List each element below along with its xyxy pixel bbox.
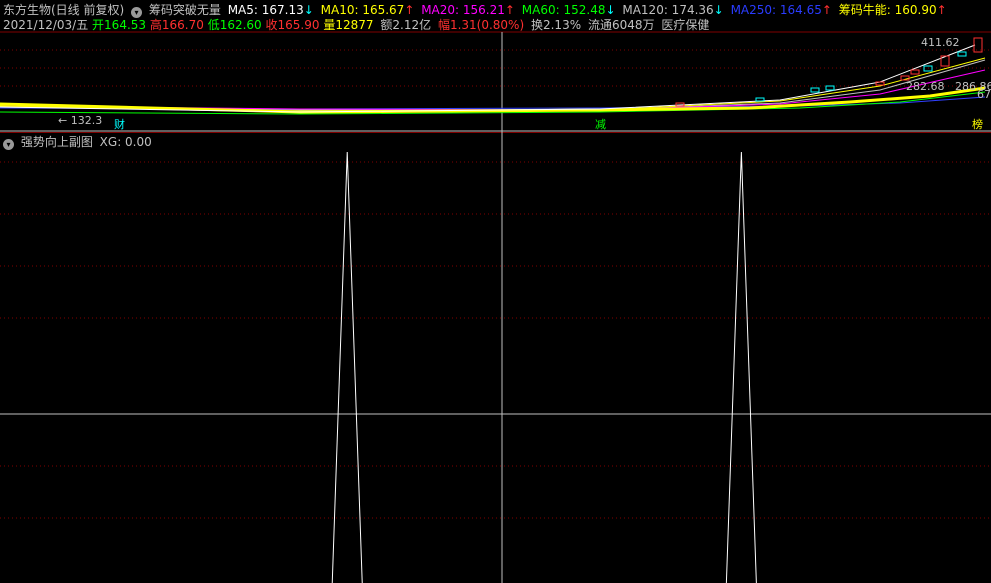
candle (810, 87, 820, 93)
chart-canvas (0, 31, 991, 583)
candle (957, 51, 967, 57)
chip-energy-label: 筹码牛能: 160.90 (838, 3, 937, 17)
sub-indicator-menu-icon[interactable]: ▾ (3, 139, 14, 150)
quote-sector: 医疗保健 (661, 18, 710, 32)
chip-energy-arrow-icon: ↑ (936, 3, 947, 17)
ma20-label: MA20: 156.21 (421, 3, 505, 17)
ma10-arrow-icon: ↑ (404, 3, 415, 17)
xg-value: XG: 0.00 (99, 135, 152, 149)
sub-chart-header: ▾ 强势向上副图 XG: 0.00 (3, 134, 155, 150)
quote-change: 幅1.31(0.80%) (437, 18, 525, 32)
quote-open: 开164.53 (92, 18, 147, 32)
stock-title[interactable]: 东方生物(日线 前复权) (3, 3, 124, 17)
price-high-label: 411.62 (921, 36, 960, 49)
candle (755, 97, 765, 102)
quote-close: 收165.90 (265, 18, 320, 32)
ma5-arrow-icon: ↓ (303, 3, 314, 17)
indicator-name[interactable]: 筹码突破无量 (149, 3, 221, 17)
quote-low: 低162.60 (207, 18, 262, 32)
quote-date: 2021/12/03/五 (3, 18, 89, 32)
quote-amount: 额2.12亿 (380, 18, 432, 32)
header-row: 东方生物(日线 前复权) ▾ 筹码突破无量 MA5: 167.13↓ MA10:… (3, 2, 950, 18)
ma-label-left: 282.68 (906, 80, 945, 93)
ma10-label: MA10: 165.67 (320, 3, 405, 17)
ma120-label: MA120: 174.36 (622, 3, 714, 17)
ma-label-edge: 67 (977, 88, 991, 101)
signal-spike (725, 151, 757, 583)
ma60-label: MA60: 152.48 (521, 3, 606, 17)
ma5-label: MA5: 167.13 (227, 3, 304, 17)
quote-high: 高166.70 (149, 18, 204, 32)
candle (910, 69, 920, 75)
ma120-arrow-icon: ↓ (713, 3, 724, 17)
quote-float: 流通6048万 (587, 18, 655, 32)
candle (875, 81, 885, 86)
ma250-arrow-icon: ↑ (821, 3, 832, 17)
ma60-arrow-icon: ↓ (605, 3, 616, 17)
quote-volume: 量12877 (323, 18, 374, 32)
event-tag-finance[interactable]: 财 (114, 118, 125, 131)
quote-turnover: 换2.13% (530, 18, 582, 32)
price-low-label: ← 132.3 (58, 114, 103, 127)
ma250-label: MA250: 164.65 (730, 3, 822, 17)
candle (825, 85, 835, 91)
event-tag-reduce[interactable]: 减 (595, 118, 606, 131)
ma20-arrow-icon: ↑ (504, 3, 515, 17)
quote-row: 2021/12/03/五 开164.53 高166.70 低162.60 收16… (3, 17, 712, 33)
sub-chart-title[interactable]: 强势向上副图 (21, 135, 93, 149)
event-tag-list[interactable]: 榜 (972, 118, 983, 131)
